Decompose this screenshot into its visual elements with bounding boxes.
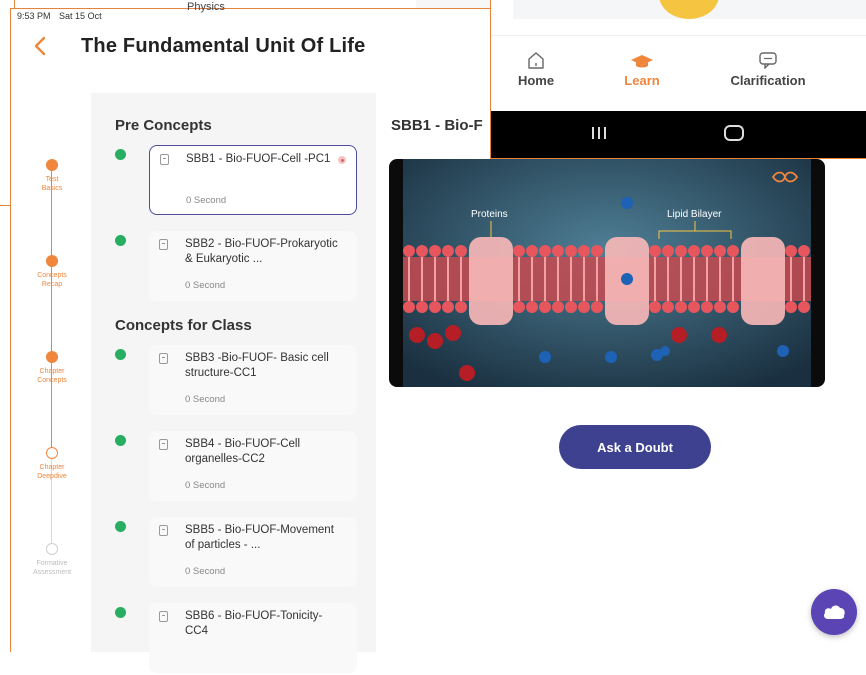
bottom-tab-bar: Home Learn Clarification	[491, 39, 866, 111]
tab-label: Home	[517, 73, 555, 88]
tab-label: Learn	[624, 73, 660, 88]
concept-duration: 0 Second	[185, 566, 226, 577]
document-icon	[159, 611, 168, 622]
list-item: SBB2 - Bio-FUOF-Prokaryotic & Eukaryotic…	[109, 231, 364, 303]
list-item: SBB3 -Bio-FUOF- Basic cell structure-CC1…	[109, 345, 364, 417]
document-icon	[160, 154, 169, 165]
step-label: Formative Assessment	[32, 560, 72, 576]
step-dot-current	[46, 447, 58, 459]
completed-status-dot	[115, 607, 126, 618]
chevron-left-icon	[34, 36, 46, 56]
video-player[interactable]: Proteins Lipid Bilayer	[389, 159, 825, 387]
step-label: Concepts Recap	[37, 272, 67, 288]
completed-status-dot	[115, 349, 126, 360]
list-item: SBB1 - Bio-FUOF-Cell -PC1 0 Second	[109, 145, 364, 217]
video-title: SBB1 - Bio-F	[391, 117, 483, 134]
list-item: SBB6 - Bio-FUOF-Tonicity-CC4	[109, 603, 364, 675]
concept-duration: 0 Second	[185, 394, 226, 405]
ask-a-doubt-button[interactable]: Ask a Doubt	[559, 425, 711, 469]
completed-status-dot	[115, 435, 126, 446]
concept-duration: 0 Second	[185, 280, 226, 291]
recents-icon	[592, 127, 606, 139]
divider	[491, 35, 866, 36]
chat-fab-button[interactable]	[811, 589, 857, 635]
concept-title: SBB3 -Bio-FUOF- Basic cell structure-CC1	[185, 352, 329, 379]
concept-title: SBB1 - Bio-FUOF-Cell -PC1	[186, 153, 331, 165]
concept-card-sbb1[interactable]: SBB1 - Bio-FUOF-Cell -PC1 0 Second	[149, 145, 357, 215]
section-heading-pre-concepts: Pre Concepts	[115, 117, 212, 134]
step-dot-completed	[46, 255, 58, 267]
home-button-icon	[724, 125, 744, 141]
concept-card-sbb4[interactable]: SBB4 - Bio-FUOF-Cell organelles-CC2 0 Se…	[149, 431, 357, 501]
concept-title: SBB5 - Bio-FUOF-Movement of particles - …	[185, 524, 334, 551]
home-icon	[528, 52, 544, 69]
concept-card-sbb5[interactable]: SBB5 - Bio-FUOF-Movement of particles - …	[149, 517, 357, 587]
document-icon	[159, 525, 168, 536]
step-concepts-recap[interactable]: Concepts Recap	[11, 255, 93, 289]
list-item: SBB4 - Bio-FUOF-Cell organelles-CC2 0 Se…	[109, 431, 364, 503]
step-label: Chapter Concepts	[37, 368, 67, 384]
step-dot-locked	[46, 543, 58, 555]
list-item: SBB5 - Bio-FUOF-Movement of particles - …	[109, 517, 364, 589]
video-label-proteins: Proteins	[471, 209, 508, 220]
status-date: Sat 15 Oct	[59, 11, 102, 21]
status-time: 9:53 PM	[17, 11, 51, 21]
completed-status-dot	[115, 149, 126, 160]
android-navigation-bar	[491, 111, 866, 158]
tab-label: Clarification	[730, 73, 806, 88]
step-formative-assessment[interactable]: Formative Assessment	[11, 543, 93, 577]
chat-bubble-icon	[759, 52, 777, 69]
step-chapter-concepts[interactable]: Chapter Concepts	[11, 351, 93, 385]
document-icon	[159, 353, 168, 364]
concept-duration: 0 Second	[185, 480, 226, 491]
now-playing-icon	[338, 156, 346, 164]
concept-title: SBB4 - Bio-FUOF-Cell organelles-CC2	[185, 438, 301, 465]
recents-button[interactable]	[589, 124, 609, 147]
tab-clarification[interactable]: Clarification	[723, 49, 813, 88]
concept-list-panel[interactable]: Pre Concepts SBB1 - Bio-FUOF-Cell -PC1 0…	[91, 93, 376, 673]
concept-card-sbb3[interactable]: SBB3 -Bio-FUOF- Basic cell structure-CC1…	[149, 345, 357, 415]
completed-status-dot	[115, 235, 126, 246]
concept-title: SBB2 - Bio-FUOF-Prokaryotic & Eukaryotic…	[185, 238, 338, 265]
graduation-cap-icon	[631, 55, 653, 68]
cell-membrane-illustration: Proteins Lipid Bilayer	[403, 159, 811, 387]
document-icon	[159, 439, 168, 450]
document-icon	[159, 239, 168, 250]
step-dot-completed	[46, 159, 58, 171]
page-title: The Fundamental Unit Of Life	[81, 35, 366, 57]
back-button[interactable]	[33, 35, 53, 59]
status-bar: 9:53 PM Sat 15 Oct	[17, 11, 108, 23]
concept-duration: 0 Second	[186, 195, 227, 206]
chapter-progress-stepper: Test Basics Concepts Recap Chapter Concepts…	[11, 149, 93, 599]
step-label: Chapter Deepdive	[37, 464, 67, 480]
section-heading-concepts-for-class: Concepts for Class	[115, 317, 252, 334]
step-test-basics[interactable]: Test Basics	[11, 159, 93, 193]
completed-status-dot	[115, 521, 126, 532]
video-label-lipid-bilayer: Lipid Bilayer	[667, 209, 722, 220]
tab-home[interactable]: Home	[511, 49, 561, 88]
overlay-phone-window: Home Learn Clarification	[490, 0, 866, 159]
step-label: Test Basics	[41, 176, 63, 192]
concept-title: SBB6 - Bio-FUOF-Tonicity-CC4	[185, 610, 323, 637]
cloud-chat-icon	[824, 605, 845, 619]
step-chapter-deepdive[interactable]: Chapter Deepdive	[11, 447, 93, 481]
concept-card-sbb6[interactable]: SBB6 - Bio-FUOF-Tonicity-CC4	[149, 603, 357, 673]
tab-learn[interactable]: Learn	[617, 49, 667, 88]
home-nav-button[interactable]	[723, 124, 745, 147]
step-dot-completed	[46, 351, 58, 363]
concept-card-sbb2[interactable]: SBB2 - Bio-FUOF-Prokaryotic & Eukaryotic…	[149, 231, 357, 301]
background-subject-label: Physics	[187, 1, 225, 13]
